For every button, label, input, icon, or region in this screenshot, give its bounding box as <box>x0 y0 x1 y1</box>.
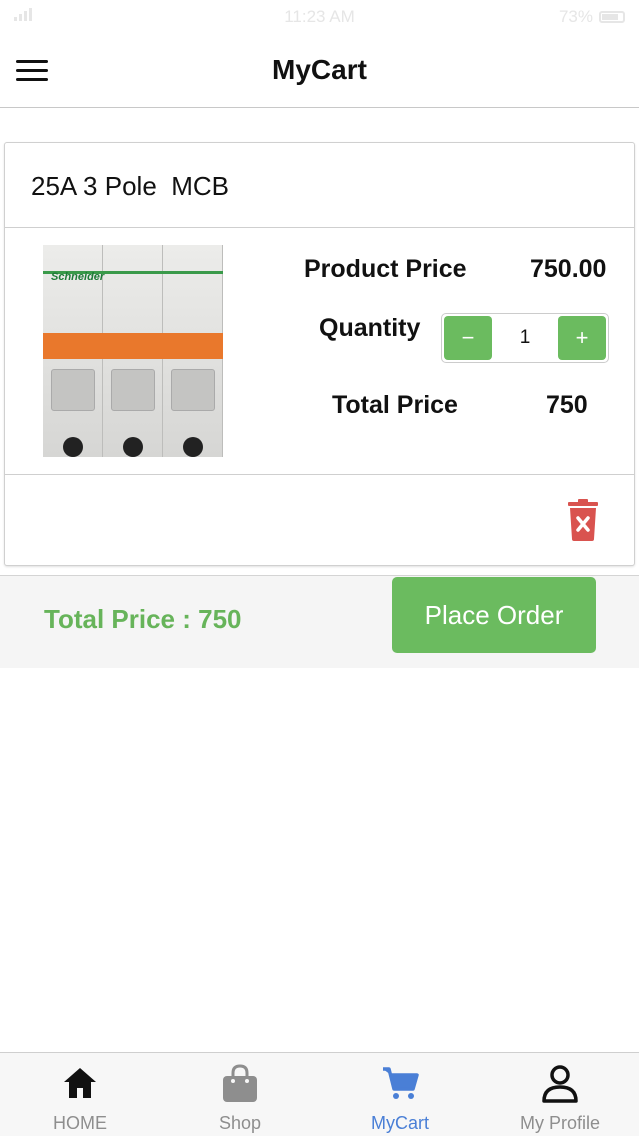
app-header: MyCart <box>0 36 639 108</box>
product-name: 25A 3 Pole MCB <box>31 171 229 201</box>
shopping-bag-icon <box>223 1064 257 1102</box>
order-summary-bar: Total Price : 750 Place Order <box>0 575 639 668</box>
tab-label-home: HOME <box>53 1113 107 1133</box>
tab-label-mycart: MyCart <box>371 1113 429 1133</box>
trash-icon[interactable] <box>567 499 599 541</box>
decrement-button[interactable]: − <box>444 316 492 360</box>
product-image[interactable]: Schneider <box>43 245 223 457</box>
card-divider-top <box>5 227 634 228</box>
tab-shop[interactable]: Shop <box>160 1053 320 1136</box>
total-price-label: Total Price <box>332 391 458 419</box>
tab-mycart[interactable]: MyCart <box>320 1053 480 1136</box>
tab-label-shop: Shop <box>218 1113 262 1133</box>
tab-label-my-profile: My Profile <box>519 1113 600 1133</box>
tab-home[interactable]: HOME <box>0 1053 160 1136</box>
card-divider-bottom <box>5 474 634 475</box>
battery-icon <box>599 11 625 23</box>
increment-button[interactable]: + <box>558 316 606 360</box>
product-brand-logo: Schneider <box>51 271 105 283</box>
place-order-button[interactable]: Place Order <box>392 577 596 653</box>
home-icon <box>64 1068 96 1098</box>
cart-icon <box>383 1067 419 1099</box>
tab-my-profile[interactable]: My Profile <box>480 1053 639 1136</box>
cart-total-text: Total Price : 750 <box>44 604 242 634</box>
quantity-label: Quantity <box>319 314 421 342</box>
battery-indicator: 73% <box>559 7 625 27</box>
total-price-value: 750 <box>546 391 588 419</box>
user-icon <box>542 1065 578 1103</box>
product-price-label: Product Price <box>304 255 467 283</box>
cart-item-card: 25A 3 Pole MCB Schneider Product Price 7… <box>4 142 635 566</box>
bottom-tab-bar: HOME Shop MyCart My Profile <box>0 1052 639 1136</box>
page-title: MyCart <box>272 54 367 85</box>
battery-percent: 73% <box>558 7 593 26</box>
status-bar: 11:23 AM 73% <box>0 0 639 36</box>
product-price-value: 750.00 <box>530 255 607 283</box>
quantity-value[interactable]: 1 <box>492 316 558 360</box>
quantity-stepper: − 1 + <box>441 313 609 363</box>
status-time: 11:23 AM <box>284 7 355 26</box>
